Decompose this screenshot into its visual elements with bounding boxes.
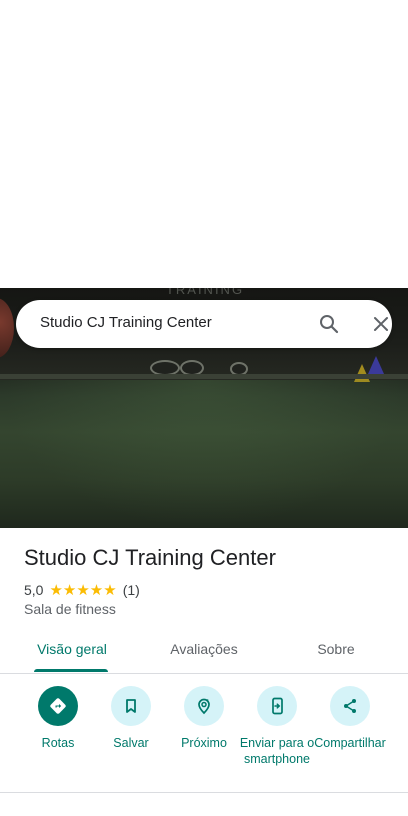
tab-reviews[interactable]: Avaliações <box>154 629 254 673</box>
directions-icon <box>38 686 78 726</box>
send-to-phone-icon <box>257 686 297 726</box>
section-divider <box>0 792 408 793</box>
place-category: Sala de fitness <box>24 601 116 617</box>
star-rating-icon: ★★★★★ <box>49 582 117 599</box>
search-icon[interactable] <box>317 312 341 336</box>
place-tabs: Visão geral Avaliações Sobre <box>0 629 408 674</box>
nearby-label: Próximo <box>181 736 227 750</box>
photo-cone <box>368 356 384 374</box>
send-to-phone-button[interactable]: Enviar para o smartphone <box>239 686 315 767</box>
search-bar[interactable]: Studio CJ Training Center <box>16 300 392 348</box>
blank-map-area <box>0 0 408 288</box>
place-title: Studio CJ Training Center <box>24 545 276 570</box>
share-button[interactable]: Compartilhar <box>312 686 388 751</box>
share-label: Compartilhar <box>314 736 386 750</box>
nearby-button[interactable]: Próximo <box>166 686 242 751</box>
review-count[interactable]: (1) <box>123 582 140 598</box>
action-buttons: Rotas Salvar Próximo Enviar para o smart… <box>0 686 408 786</box>
save-label: Salvar <box>113 736 149 750</box>
rating-row[interactable]: 5,0 ★★★★★ (1) <box>24 581 140 599</box>
directions-label: Rotas <box>41 736 75 750</box>
bookmark-icon <box>111 686 151 726</box>
search-input[interactable]: Studio CJ Training Center <box>40 314 212 331</box>
save-button[interactable]: Salvar <box>93 686 169 751</box>
nearby-icon <box>184 686 224 726</box>
photo-floor-edge <box>0 374 408 379</box>
directions-button[interactable]: Rotas <box>20 686 96 751</box>
active-tab-indicator <box>34 669 108 672</box>
share-icon <box>330 686 370 726</box>
tab-about[interactable]: Sobre <box>286 629 386 673</box>
send-to-phone-label: Enviar para o smartphone <box>239 736 315 766</box>
photo-turf <box>0 380 408 528</box>
tab-overview[interactable]: Visão geral <box>22 629 122 673</box>
close-icon[interactable] <box>369 312 393 336</box>
rating-value: 5,0 <box>24 582 44 598</box>
